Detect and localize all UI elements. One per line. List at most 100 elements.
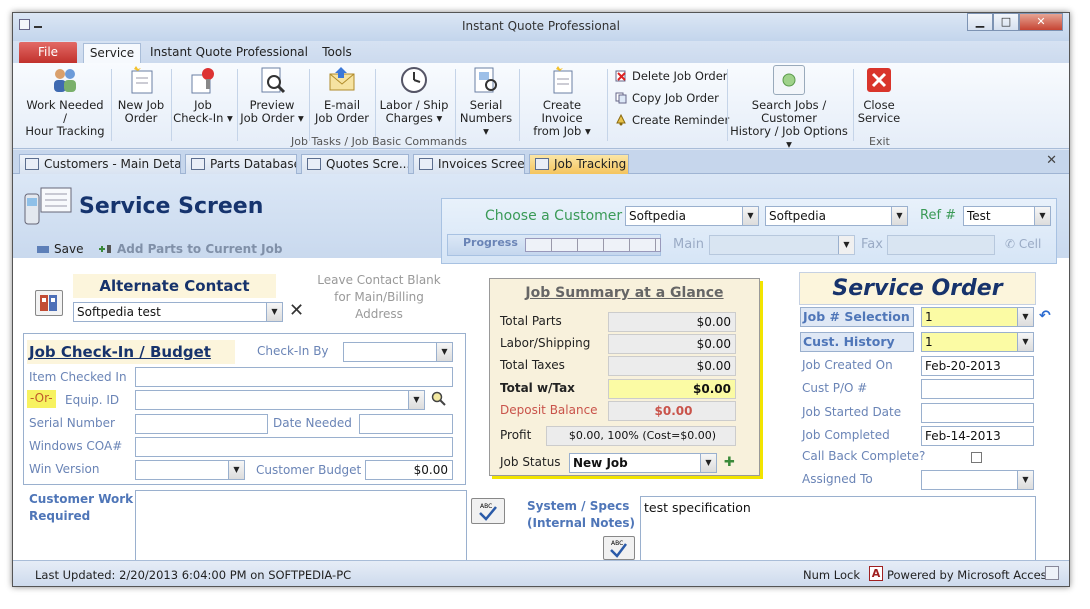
assigned-to-select[interactable]: ▼ [921, 470, 1034, 490]
item-checked-input[interactable] [135, 367, 453, 387]
save-button[interactable]: Save [37, 242, 83, 256]
serial-numbers-button[interactable]: Serial Numbers ▾ [457, 65, 515, 138]
job-selection-select[interactable]: 1 ▼ [921, 307, 1034, 327]
close-service-button[interactable]: Close Service [855, 65, 903, 125]
tab-instant-quote[interactable]: Instant Quote Professional [149, 43, 309, 63]
save-icon [37, 246, 49, 253]
ref-label: Ref # [920, 208, 957, 223]
job-created-label: Job Created On [802, 358, 893, 372]
copy-icon [615, 92, 627, 104]
cust-history-select[interactable]: 1 ▼ [921, 332, 1034, 352]
tab-customers-main[interactable]: Customers - Main Details [19, 154, 181, 174]
system-specs-textarea[interactable]: test specification [640, 496, 1036, 562]
serial-icon [471, 65, 501, 95]
search-jobs-button[interactable]: Search Jobs / Customer History / Job Opti… [729, 65, 849, 151]
total-taxes-label: Total Taxes [500, 358, 565, 372]
job-completed-input[interactable]: Feb-14-2013 [921, 426, 1034, 446]
assigned-to-label: Assigned To [802, 472, 873, 486]
ribbon-tabs: File Service Instant Quote Professional … [13, 41, 1069, 63]
profit-label: Profit [500, 428, 532, 442]
ribbon: Work Needed / Hour Tracking New Job Order … [13, 63, 1069, 151]
maximize-button[interactable]: □ [993, 13, 1019, 31]
layout-view-button[interactable] [1045, 566, 1059, 580]
deposit-balance-label: Deposit Balance [500, 403, 598, 417]
main-phone-input[interactable]: ▼ [709, 235, 855, 255]
alternate-contact-select[interactable]: Softpedia test ▼ [73, 302, 283, 322]
equip-search-icon[interactable] [431, 391, 447, 410]
equip-id-label: Equip. ID [65, 393, 120, 407]
work-needed-button[interactable]: Work Needed / Hour Tracking [23, 65, 107, 138]
checkin-by-label: Check-In By [257, 344, 329, 358]
deposit-balance-value: $0.00 [608, 401, 736, 421]
labor-ship-charges-button[interactable]: Labor / Ship Charges ▾ [377, 65, 451, 125]
ref-select[interactable]: Test ▼ [963, 206, 1051, 226]
total-taxes-value: $0.00 [608, 356, 736, 376]
job-checkin-button[interactable]: Job Check-In ▾ [173, 65, 233, 125]
customer-work-textarea[interactable] [135, 490, 467, 562]
close-window-button[interactable]: ✕ [1019, 13, 1063, 31]
address-book-icon [40, 295, 57, 311]
create-invoice-button[interactable]: Create Invoice from Job ▾ [521, 65, 603, 138]
email-job-order-button[interactable]: E-mail Job Order [311, 65, 373, 125]
callback-checkbox[interactable] [971, 452, 982, 463]
tab-service[interactable]: Service [83, 43, 141, 63]
cell-button[interactable]: ✆ Cell [1005, 237, 1041, 251]
close-tab-icon[interactable]: ✕ [1046, 153, 1057, 168]
customer-budget-input[interactable]: $0.00 [365, 460, 453, 480]
checkin-title: Job Check-In / Budget [27, 340, 235, 364]
serial-input[interactable] [135, 414, 268, 434]
job-completed-label: Job Completed [802, 428, 890, 442]
service-phone-icon [24, 187, 72, 225]
cust-po-input[interactable] [921, 379, 1034, 399]
refresh-icon[interactable]: ↶ [1039, 308, 1051, 324]
alternate-contact-title: Alternate Contact [73, 274, 276, 298]
total-parts-label: Total Parts [500, 314, 562, 328]
preview-job-order-button[interactable]: Preview Job Order ▾ [239, 65, 305, 125]
tab-quotes-screen[interactable]: Quotes Scre... [301, 154, 409, 174]
system-specs-label: System / Specs (Internal Notes) [527, 499, 636, 530]
invoice-icon [547, 65, 577, 95]
tab-invoices-screen[interactable]: Invoices Screen [413, 154, 525, 174]
job-status-select[interactable]: New Job ▼ [569, 453, 717, 473]
document-tabs: Customers - Main Details Parts Database … [13, 150, 1069, 174]
date-needed-input[interactable] [359, 414, 453, 434]
tab-tools[interactable]: Tools [313, 43, 361, 63]
customer-budget-label: Customer Budget [256, 463, 362, 477]
powered-by-text: Powered by Microsoft Access [887, 568, 1053, 582]
customer-select-1[interactable]: Softpedia ▼ [625, 206, 759, 226]
minimize-button[interactable]: ▁ [967, 13, 993, 31]
spellcheck-button-1[interactable]: ABC [471, 498, 505, 524]
spellcheck-icon: ABC [479, 503, 497, 521]
summary-title: Job Summary at a Glance [525, 285, 724, 301]
add-parts-button[interactable]: Add Parts to Current Job [97, 242, 282, 256]
close-icon [864, 65, 894, 95]
tab-file[interactable]: File [19, 42, 77, 63]
job-selection-label: Job # Selection [800, 307, 914, 327]
spellcheck-button-2[interactable]: ABC [603, 536, 635, 560]
job-summary-panel: Job Summary at a Glance Total Parts $0.0… [489, 278, 760, 476]
progress-label: Progress [463, 236, 518, 249]
job-started-input[interactable] [921, 403, 1034, 423]
tab-job-tracking[interactable]: Job Tracking [529, 154, 629, 174]
date-needed-label: Date Needed [273, 416, 352, 430]
equip-id-select[interactable]: ▼ [135, 390, 425, 410]
create-reminder-button[interactable]: Create Reminder [615, 113, 729, 127]
total-parts-value: $0.00 [608, 312, 736, 332]
win-version-select[interactable]: ▼ [135, 460, 245, 480]
tab-parts-database[interactable]: Parts Database [185, 154, 297, 174]
job-created-input[interactable]: Feb-20-2013 [921, 356, 1034, 376]
windows-coa-input[interactable] [135, 437, 453, 457]
copy-job-order-button[interactable]: Copy Job Order [615, 91, 719, 105]
new-document-icon [126, 65, 156, 95]
page-title: Service Screen [79, 194, 264, 219]
fax-input[interactable] [887, 235, 995, 255]
add-status-icon[interactable]: ✚ [724, 455, 735, 470]
customer-select-2[interactable]: Softpedia ▼ [765, 206, 908, 226]
clear-contact-icon[interactable]: ✕ [289, 300, 304, 321]
svg-text:ABC: ABC [611, 540, 623, 547]
checkin-by-select[interactable]: ▼ [343, 342, 453, 362]
address-book-button[interactable] [35, 290, 63, 316]
profit-value: $0.00, 100% (Cost=$0.00) [546, 426, 736, 446]
delete-job-order-button[interactable]: Delete Job Order [615, 69, 728, 83]
new-job-order-button[interactable]: New Job Order [113, 65, 169, 125]
